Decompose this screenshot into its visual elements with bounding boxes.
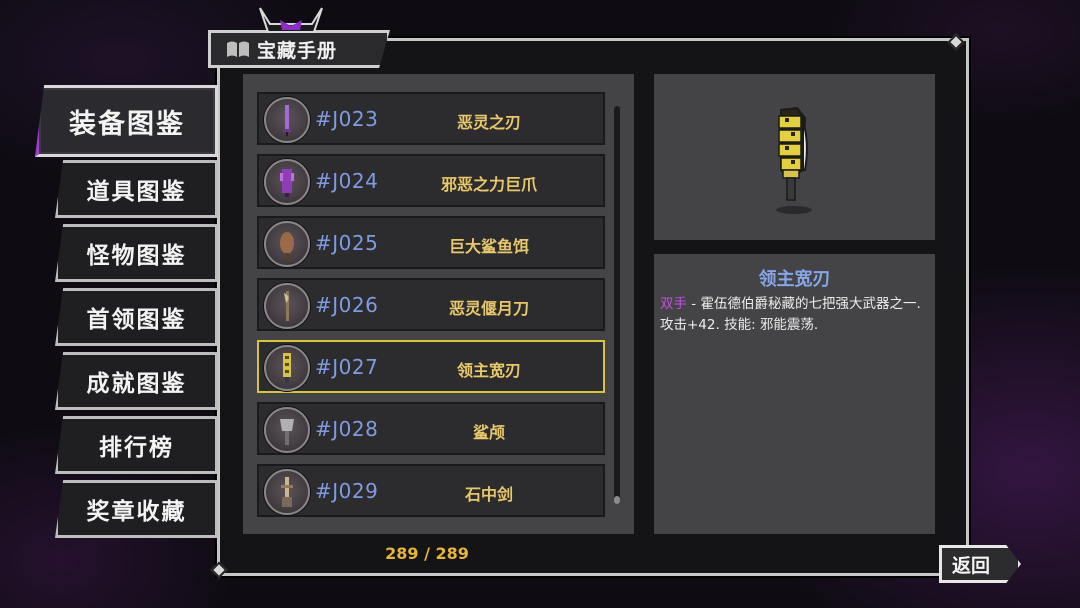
item-description: - 霍伍德伯爵秘藏的七把强大武器之一. — [687, 296, 921, 312]
item-name: 石中剑 — [464, 485, 513, 504]
item-name: 邪恶之力巨爪 — [440, 175, 537, 194]
item-type-tag: 双手 — [660, 296, 687, 312]
sidebar-item-achievements[interactable]: 成就图鉴 — [55, 352, 218, 410]
list-item[interactable]: #J026 恶灵偃月刀 — [257, 278, 605, 331]
list-item[interactable]: #J023 恶灵之刃 — [257, 92, 605, 145]
item-description-panel: 领主宽刃 双手 - 霍伍德伯爵秘藏的七把强大武器之一. 攻击+42. 技能: 邪… — [654, 254, 935, 534]
item-code: #J025 — [315, 231, 379, 255]
list-item-selected[interactable]: #J027 领主宽刃 — [257, 340, 605, 393]
item-name: 巨大鲨鱼饵 — [448, 237, 529, 256]
equipment-list[interactable]: #J023 恶灵之刃 #J024 邪恶之力巨爪 #J025 巨大鲨鱼饵 #J02… — [243, 74, 634, 534]
item-name: 恶灵偃月刀 — [448, 299, 529, 318]
list-scrollbar[interactable] — [614, 106, 620, 504]
item-detail-title: 领主宽刃 — [758, 269, 831, 290]
purple-claw-icon — [264, 159, 310, 205]
page-title: 宝藏手册 — [257, 39, 338, 62]
demon-horns-icon — [259, 7, 323, 33]
item-code: #J027 — [315, 355, 379, 379]
item-code: #J029 — [315, 479, 379, 503]
item-detail-body: 双手 - 霍伍德伯爵秘藏的七把强大武器之一. 攻击+42. 技能: 邪能震荡. — [660, 294, 930, 336]
item-code: #J024 — [315, 169, 379, 193]
back-button-label: 返回 — [952, 554, 991, 577]
scrollbar-thumb[interactable] — [614, 496, 620, 504]
back-button[interactable]: 返回 — [939, 545, 1021, 583]
sidebar-item-leaderboard[interactable]: 排行榜 — [55, 416, 218, 474]
item-name: 恶灵之刃 — [456, 113, 521, 132]
open-book-icon — [227, 41, 249, 57]
broad-blade-icon — [264, 345, 310, 391]
list-item[interactable]: #J025 巨大鲨鱼饵 — [257, 216, 605, 269]
sidebar-item-monsters[interactable]: 怪物图鉴 — [55, 224, 218, 282]
stone-sword-icon — [264, 469, 310, 515]
item-counter: 289 / 289 — [385, 544, 469, 563]
shark-bait-icon — [264, 221, 310, 267]
item-stats: 攻击+42. 技能: 邪能震荡. — [660, 317, 819, 333]
sidebar-item-items[interactable]: 道具图鉴 — [55, 160, 218, 218]
shark-skull-icon — [264, 407, 310, 453]
list-item[interactable]: #J028 鲨颅 — [257, 402, 605, 455]
sidebar-item-medals[interactable]: 奖章收藏 — [55, 480, 218, 538]
item-name: 领主宽刃 — [456, 361, 521, 380]
broad-blade-icon — [776, 106, 812, 214]
crescent-blade-icon — [264, 283, 310, 329]
item-code: #J023 — [315, 107, 379, 131]
item-code: #J028 — [315, 417, 379, 441]
item-code: #J026 — [315, 293, 379, 317]
item-preview-panel — [654, 74, 935, 240]
sidebar-item-equipment[interactable]: 装备图鉴 — [35, 85, 218, 157]
purple-blade-icon — [264, 97, 310, 143]
item-name: 鲨颅 — [472, 423, 505, 442]
list-item[interactable]: #J029 石中剑 — [257, 464, 605, 517]
sidebar-item-bosses[interactable]: 首领图鉴 — [55, 288, 218, 346]
list-item[interactable]: #J024 邪恶之力巨爪 — [257, 154, 605, 207]
